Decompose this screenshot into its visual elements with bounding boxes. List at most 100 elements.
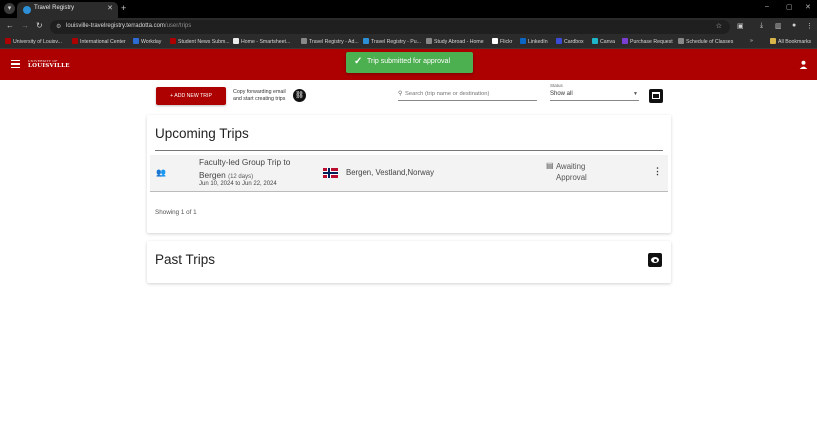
bookmark-label: Travel Registry - Ad... (309, 39, 359, 45)
minimize-button[interactable]: – (765, 3, 769, 10)
bookmark-item[interactable]: University of Louisv... (5, 38, 62, 45)
user-account-icon[interactable] (799, 60, 808, 69)
close-tab-icon[interactable]: ✕ (107, 4, 113, 12)
bookmark-label: Travel Registry - Pu... (371, 39, 421, 45)
bookmark-favicon-icon (520, 38, 526, 44)
calendar-icon[interactable] (649, 89, 663, 103)
norway-flag-icon (323, 168, 338, 178)
bookmark-favicon-icon (556, 38, 562, 44)
upcoming-trips-title: Upcoming Trips (155, 126, 249, 141)
trip-status: Awaiting Approval (556, 162, 587, 182)
bookmark-label: Workday (141, 39, 162, 45)
bookmark-item[interactable]: Workday (133, 38, 161, 45)
folder-icon (770, 38, 776, 44)
checkmark-icon: ✓ (354, 56, 363, 67)
bookmark-item[interactable]: Study Abroad - Home (426, 38, 484, 45)
download-icon[interactable]: ⤓ (760, 22, 763, 30)
side-panel-icon[interactable]: ▥ (775, 22, 782, 30)
past-trips-title: Past Trips (155, 252, 216, 267)
bookmark-favicon-icon (492, 38, 498, 44)
extensions-icon[interactable]: ▣ (737, 22, 744, 30)
eye-icon[interactable] (648, 253, 662, 267)
bookmark-item[interactable]: Home - Smartsheet... (233, 38, 290, 45)
trip-search: ⚲ (398, 89, 537, 101)
status-label: Status (550, 83, 563, 88)
browser-tab[interactable]: Travel Registry ✕ (17, 2, 118, 18)
bookmark-label: Study Abroad - Home (434, 39, 484, 45)
document-icon: ▤ (546, 161, 554, 170)
success-toast: ✓ Trip submitted for approval (346, 52, 473, 73)
bookmark-favicon-icon (72, 38, 78, 44)
status-value: Show all (550, 91, 573, 97)
bookmark-item[interactable]: Cardbox (556, 38, 584, 45)
bookmark-label: Flickr (500, 39, 513, 45)
globe-icon (23, 6, 31, 14)
past-trips-card: Past Trips (147, 241, 671, 283)
bookmark-favicon-icon (133, 38, 139, 44)
bookmarks-bar: » All Bookmarks University of Louisv... I… (0, 36, 817, 49)
back-arrow-icon[interactable]: ← (6, 21, 14, 30)
bookmark-favicon-icon (363, 38, 369, 44)
status-select[interactable]: Show all ▼ (550, 90, 639, 101)
trip-row[interactable]: 👥 Faculty-led Group Trip to Bergen (12 d… (150, 155, 668, 192)
bookmark-label: Canva (600, 39, 615, 45)
bookmark-item[interactable]: Student News Subm... (170, 38, 230, 45)
new-tab-button[interactable]: + (121, 3, 126, 13)
more-options-icon[interactable]: ⋮ (653, 166, 662, 177)
bookmark-favicon-icon (170, 38, 176, 44)
close-window-button[interactable]: ✕ (805, 3, 811, 11)
bookmark-favicon-icon (426, 38, 432, 44)
bookmark-label: Cardbox (564, 39, 584, 45)
upcoming-trips-card: Upcoming Trips 👥 Faculty-led Group Trip … (147, 115, 671, 233)
bookmark-label: Purchase Request (630, 39, 673, 45)
profile-icon[interactable]: ● (792, 22, 796, 29)
university-logo[interactable]: UNIVERSITY OF LOUISVILLE (28, 59, 70, 69)
toast-message: Trip submitted for approval (367, 58, 450, 65)
trip-duration: (12 days) (228, 174, 254, 180)
search-input[interactable] (405, 89, 535, 99)
results-count: Showing 1 of 1 (155, 209, 197, 216)
caret-down-icon: ▼ (633, 91, 638, 97)
add-new-trip-button[interactable]: + ADD NEW TRIP (156, 87, 226, 105)
tab-search-icon[interactable]: ▾ (4, 3, 15, 14)
bookmark-item[interactable]: Flickr (492, 38, 512, 45)
forward-arrow-icon[interactable]: → (21, 21, 29, 30)
tab-title: Travel Registry (34, 5, 75, 11)
bookmark-item[interactable]: Purchase Request (622, 38, 673, 45)
bookmarks-more-icon[interactable]: » (750, 38, 753, 44)
reload-icon[interactable]: ↻ (36, 21, 43, 30)
bookmark-item[interactable]: International Center (72, 38, 126, 45)
bookmark-label: International Center (80, 39, 126, 45)
bookmark-item[interactable]: LinkedIn (520, 38, 548, 45)
bookmark-star-icon[interactable]: ☆ (716, 22, 722, 30)
bookmark-favicon-icon (592, 38, 598, 44)
bookmark-favicon-icon (678, 38, 684, 44)
trip-dates: Jun 10, 2024 to Jun 22, 2024 (199, 181, 277, 187)
browser-menu-icon[interactable]: ⋮ (806, 22, 813, 30)
browser-tab-strip: ▾ Travel Registry ✕ + – ▢ ✕ (0, 0, 817, 18)
bookmark-favicon-icon (301, 38, 307, 44)
bookmark-item[interactable]: Travel Registry - Ad... (301, 38, 359, 45)
forward-email-hint: Copy forwarding email and start creating… (233, 89, 286, 102)
bookmark-favicon-icon (5, 38, 11, 44)
divider (155, 150, 663, 151)
bookmark-label: Home - Smartsheet... (241, 39, 291, 45)
bookmark-favicon-icon (622, 38, 628, 44)
bookmark-item[interactable]: Schedule of Classes (678, 38, 733, 45)
bookmark-label: Schedule of Classes (686, 39, 734, 45)
group-icon: 👥 (156, 168, 166, 177)
all-bookmarks-button[interactable]: All Bookmarks (770, 38, 811, 45)
site-info-icon[interactable]: ⚙ (56, 23, 61, 30)
bookmark-item[interactable]: Travel Registry - Pu... (363, 38, 421, 45)
menu-icon[interactable] (11, 60, 20, 68)
url-input[interactable]: ⚙ louisville-travelregistry.terradotta.c… (50, 20, 730, 34)
trip-title[interactable]: Faculty-led Group Trip to Bergen (12 day… (199, 156, 314, 184)
bookmark-item[interactable]: Canva (592, 38, 615, 45)
address-bar-row: ← → ↻ ⚙ louisville-travelregistry.terrad… (0, 18, 817, 36)
bookmark-favicon-icon (233, 38, 239, 44)
trip-location: Bergen, Vestland,Norway (346, 168, 434, 177)
maximize-button[interactable]: ▢ (786, 3, 793, 11)
url-text: louisville-travelregistry.terradotta.com… (66, 23, 192, 29)
bookmark-label: LinkedIn (528, 39, 548, 45)
copy-link-icon[interactable]: ⛓ (293, 89, 306, 102)
